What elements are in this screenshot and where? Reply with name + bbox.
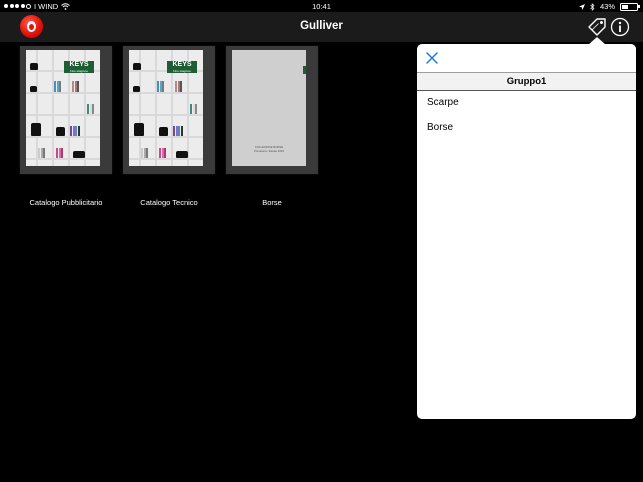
borse-cover-image: COLLEZIONE BORSE Primavera / Estate 2015 bbox=[232, 50, 306, 166]
catalog-cover[interactable]: COLLEZIONE BORSE Primavera / Estate 2015 bbox=[226, 46, 318, 174]
bluetooth-icon bbox=[590, 2, 595, 11]
catalog-item[interactable]: KEYS Fine stagione Catalogo Pubblicitari… bbox=[20, 46, 112, 207]
shelf-cover-image: KEYS Fine stagione bbox=[129, 50, 203, 166]
app-screen: I WIND 10:41 43% Gulliver KEYS Fine stag… bbox=[0, 0, 643, 482]
close-icon[interactable] bbox=[425, 51, 439, 65]
cover-brand-badge: KEYS Fine stagione bbox=[167, 61, 197, 73]
tag-icon[interactable] bbox=[586, 16, 608, 38]
group-popover: Gruppo1 Scarpe Borse bbox=[417, 44, 636, 419]
battery-percent: 43% bbox=[599, 2, 615, 11]
cover-tab bbox=[303, 66, 306, 74]
catalog-label[interactable]: Catalogo Pubblicitario bbox=[20, 198, 112, 207]
status-right: 43% bbox=[578, 2, 640, 11]
cover-brand-badge: KEYS Fine stagione bbox=[64, 61, 94, 73]
navigation-bar: Gulliver bbox=[0, 12, 643, 42]
battery-level bbox=[622, 4, 628, 9]
catalog-label[interactable]: Catalogo Tecnico bbox=[123, 198, 215, 207]
catalog-item[interactable]: COLLEZIONE BORSE Primavera / Estate 2015… bbox=[226, 46, 318, 207]
nav-title: Gulliver bbox=[300, 20, 343, 32]
catalog-label[interactable]: Borse bbox=[226, 198, 318, 207]
clock: 10:41 bbox=[312, 2, 331, 11]
shelf-cover-image: KEYS Fine stagione bbox=[26, 50, 100, 166]
group-header: Gruppo1 bbox=[417, 72, 636, 91]
catalog-item[interactable]: KEYS Fine stagione Catalogo Tecnico bbox=[123, 46, 215, 207]
catalog-cover[interactable]: KEYS Fine stagione bbox=[20, 46, 112, 174]
battery-icon bbox=[620, 2, 640, 11]
status-bar: I WIND 10:41 43% bbox=[0, 0, 643, 12]
catalog-cover[interactable]: KEYS Fine stagione bbox=[123, 46, 215, 174]
location-icon bbox=[578, 3, 585, 10]
list-item-scarpe[interactable]: Scarpe bbox=[427, 97, 459, 108]
cover-caption: COLLEZIONE BORSE Primavera / Estate 2015 bbox=[253, 145, 284, 153]
list-item-borse[interactable]: Borse bbox=[427, 122, 453, 133]
info-icon[interactable] bbox=[610, 17, 630, 37]
